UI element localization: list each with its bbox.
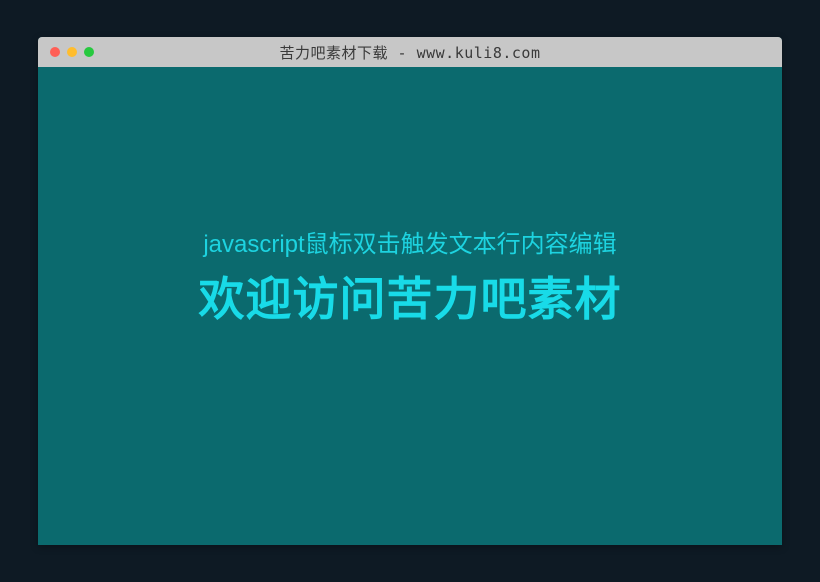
- app-window: 苦力吧素材下载 - www.kuli8.com javascript鼠标双击触发…: [38, 37, 782, 545]
- minimize-icon[interactable]: [67, 47, 77, 57]
- subtitle-text[interactable]: javascript鼠标双击触发文本行内容编辑: [203, 224, 616, 259]
- traffic-lights: [50, 47, 94, 57]
- titlebar: 苦力吧素材下载 - www.kuli8.com: [38, 37, 782, 67]
- maximize-icon[interactable]: [84, 47, 94, 57]
- close-icon[interactable]: [50, 47, 60, 57]
- content-area: javascript鼠标双击触发文本行内容编辑 欢迎访问苦力吧素材: [38, 67, 782, 545]
- window-title: 苦力吧素材下载 - www.kuli8.com: [38, 42, 782, 63]
- headline-text[interactable]: 欢迎访问苦力吧素材: [199, 263, 622, 329]
